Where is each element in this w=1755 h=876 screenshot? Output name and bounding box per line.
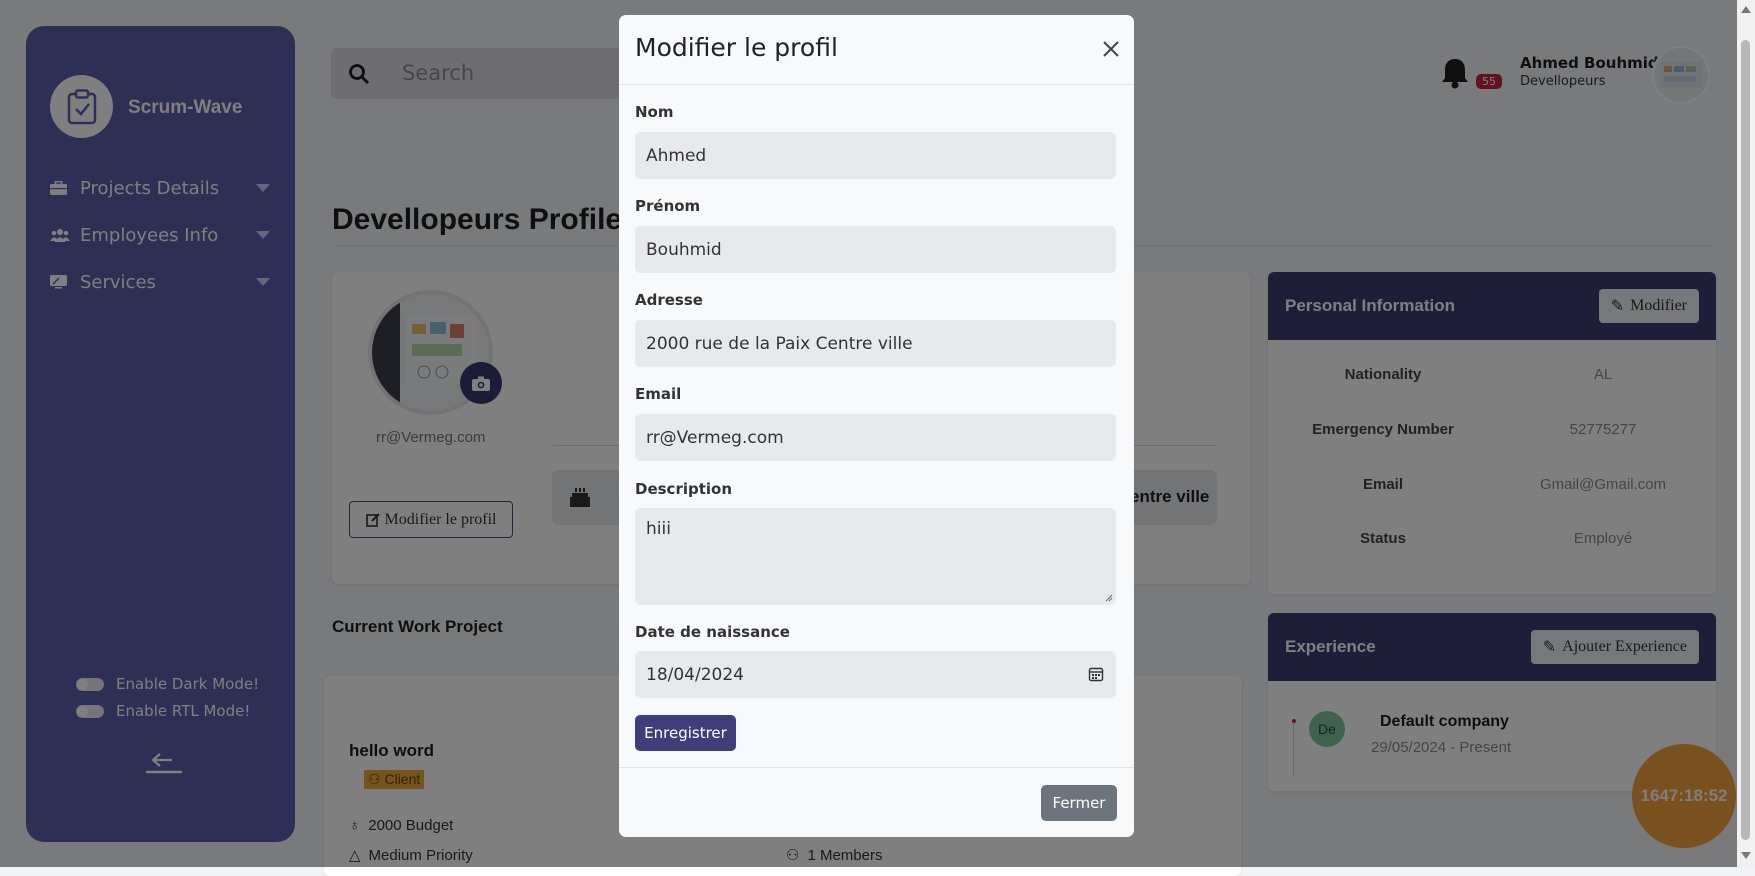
prenom-label: Prénom xyxy=(635,197,701,215)
divider xyxy=(619,767,1134,768)
prenom-input[interactable]: Bouhmid xyxy=(635,226,1116,273)
scroll-up-icon[interactable] xyxy=(1741,6,1751,13)
description-value: hiii xyxy=(646,519,671,539)
adresse-input[interactable]: 2000 rue de la Paix Centre ville xyxy=(635,320,1116,367)
email-label: Email xyxy=(635,385,682,403)
scrollbar-thumb[interactable] xyxy=(1741,40,1750,840)
description-textarea[interactable]: hiii xyxy=(635,508,1116,605)
date-input[interactable]: 18/04/2024 xyxy=(635,651,1116,698)
edit-profile-modal: Modifier le profil Nom Ahmed Prénom Bouh… xyxy=(619,15,1134,837)
nom-input[interactable]: Ahmed xyxy=(635,132,1116,179)
nom-label: Nom xyxy=(635,103,674,121)
resize-handle-icon[interactable] xyxy=(1105,594,1113,602)
close-icon[interactable] xyxy=(1100,38,1122,60)
adresse-label: Adresse xyxy=(635,291,703,309)
close-button[interactable]: Fermer xyxy=(1041,785,1117,821)
calendar-icon[interactable] xyxy=(1088,666,1104,682)
save-button[interactable]: Enregistrer xyxy=(635,715,736,751)
modal-title: Modifier le profil xyxy=(635,33,838,62)
email-input[interactable]: rr@Vermeg.com xyxy=(635,414,1116,461)
description-label: Description xyxy=(635,480,733,498)
date-value: 18/04/2024 xyxy=(646,664,744,685)
date-label: Date de naissance xyxy=(635,623,790,641)
scroll-down-icon[interactable] xyxy=(1741,852,1751,859)
modal-header: Modifier le profil xyxy=(619,15,1134,85)
